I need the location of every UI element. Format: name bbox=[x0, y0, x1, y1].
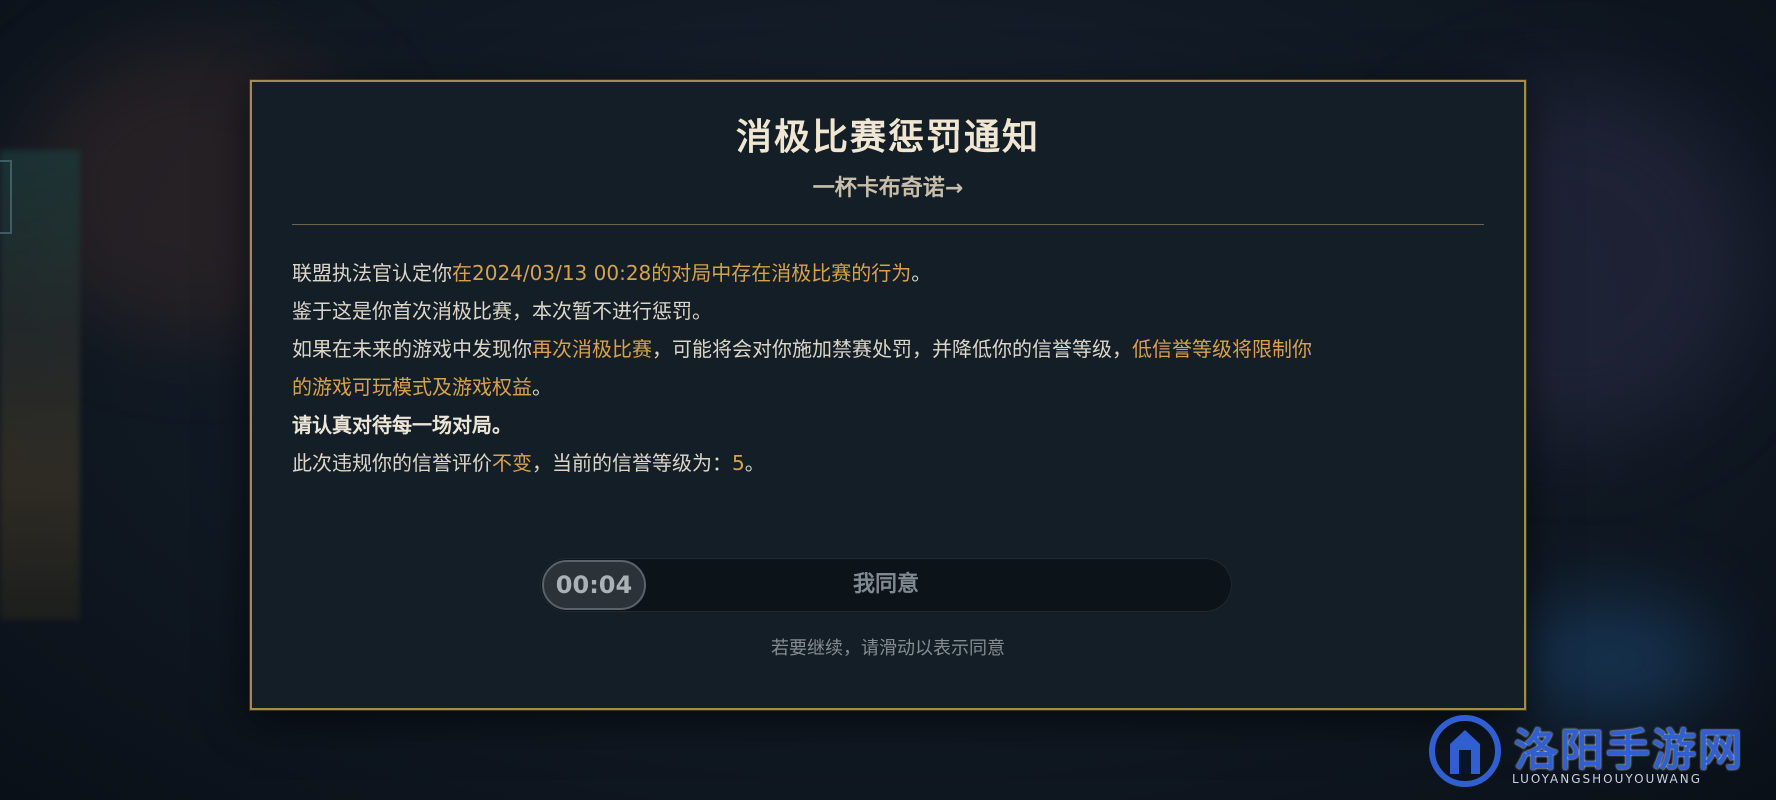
highlight-text: 的游戏可玩模式及游戏权益 bbox=[292, 375, 532, 399]
text-segment: ，可能将会对你施加禁赛处罚，并降低你的信誉等级， bbox=[652, 337, 1132, 361]
highlight-text: 不变 bbox=[492, 451, 532, 475]
text-segment: 。 bbox=[911, 261, 932, 285]
agree-slider[interactable]: 我同意 00:04 bbox=[540, 558, 1232, 612]
slider-thumb-timer[interactable]: 00:04 bbox=[542, 560, 646, 610]
notice-line: 的游戏可玩模式及游戏权益。 bbox=[292, 368, 1484, 406]
dialog-divider bbox=[292, 224, 1484, 225]
notice-body: 联盟执法官认定你在2024/03/13 00:28的对局中存在消极比赛的行为。 … bbox=[292, 254, 1484, 482]
text-segment: 。 bbox=[532, 375, 552, 399]
emphasis-text: 请认真对待每一场对局。 bbox=[292, 413, 512, 437]
watermark-name: 洛阳手游网 bbox=[1514, 725, 1744, 776]
penalty-notice-dialog: 消极比赛惩罚通知 一杯卡布奇诺→ 联盟执法官认定你在2024/03/13 00:… bbox=[250, 80, 1526, 710]
dialog-title: 消极比赛惩罚通知 bbox=[735, 117, 1040, 158]
watermark-subtitle: LUOYANGSHOUYOUWANG bbox=[1512, 772, 1703, 786]
background-side-panel bbox=[0, 150, 80, 620]
text-segment: 。 bbox=[744, 451, 765, 475]
notice-line: 鉴于这是你首次消极比赛，本次暂不进行惩罚。 bbox=[292, 292, 1484, 330]
dialog-subtitle: 一杯卡布奇诺→ bbox=[812, 176, 964, 201]
text-segment: 如果在未来的游戏中发现你 bbox=[292, 337, 532, 361]
notice-line: 如果在未来的游戏中发现你再次消极比赛，可能将会对你施加禁赛处罚，并降低你的信誉等… bbox=[292, 330, 1484, 368]
text-segment: 鉴于这是你首次消极比赛，本次暂不进行惩罚。 bbox=[292, 299, 712, 323]
notice-line: 请认真对待每一场对局。 bbox=[292, 406, 1484, 444]
highlight-text: 再次消极比赛 bbox=[532, 337, 652, 361]
background-glow-bottom bbox=[1500, 600, 1720, 720]
notice-line: 联盟执法官认定你在2024/03/13 00:28的对局中存在消极比赛的行为。 bbox=[292, 254, 1484, 292]
notice-line: 此次违规你的信誉评价不变，当前的信誉等级为：5。 bbox=[292, 444, 1484, 482]
highlight-text: 低信誉等级将限制你 bbox=[1132, 337, 1312, 361]
text-segment: 此次违规你的信誉评价 bbox=[292, 451, 492, 475]
honor-level-value: 5 bbox=[732, 451, 745, 475]
background-bracket bbox=[0, 160, 12, 234]
highlight-text: 在2024/03/13 00:28的对局中存在消极比赛的行为 bbox=[452, 261, 912, 285]
slide-hint: 若要继续，请滑动以表示同意 bbox=[771, 638, 1005, 659]
text-segment: 联盟执法官认定你 bbox=[292, 261, 452, 285]
watermark: 洛阳手游网 LUOYANGSHOUYOUWANG bbox=[1424, 710, 1764, 796]
text-segment: ，当前的信誉等级为： bbox=[532, 451, 732, 475]
watermark-logo-icon bbox=[1429, 715, 1501, 787]
